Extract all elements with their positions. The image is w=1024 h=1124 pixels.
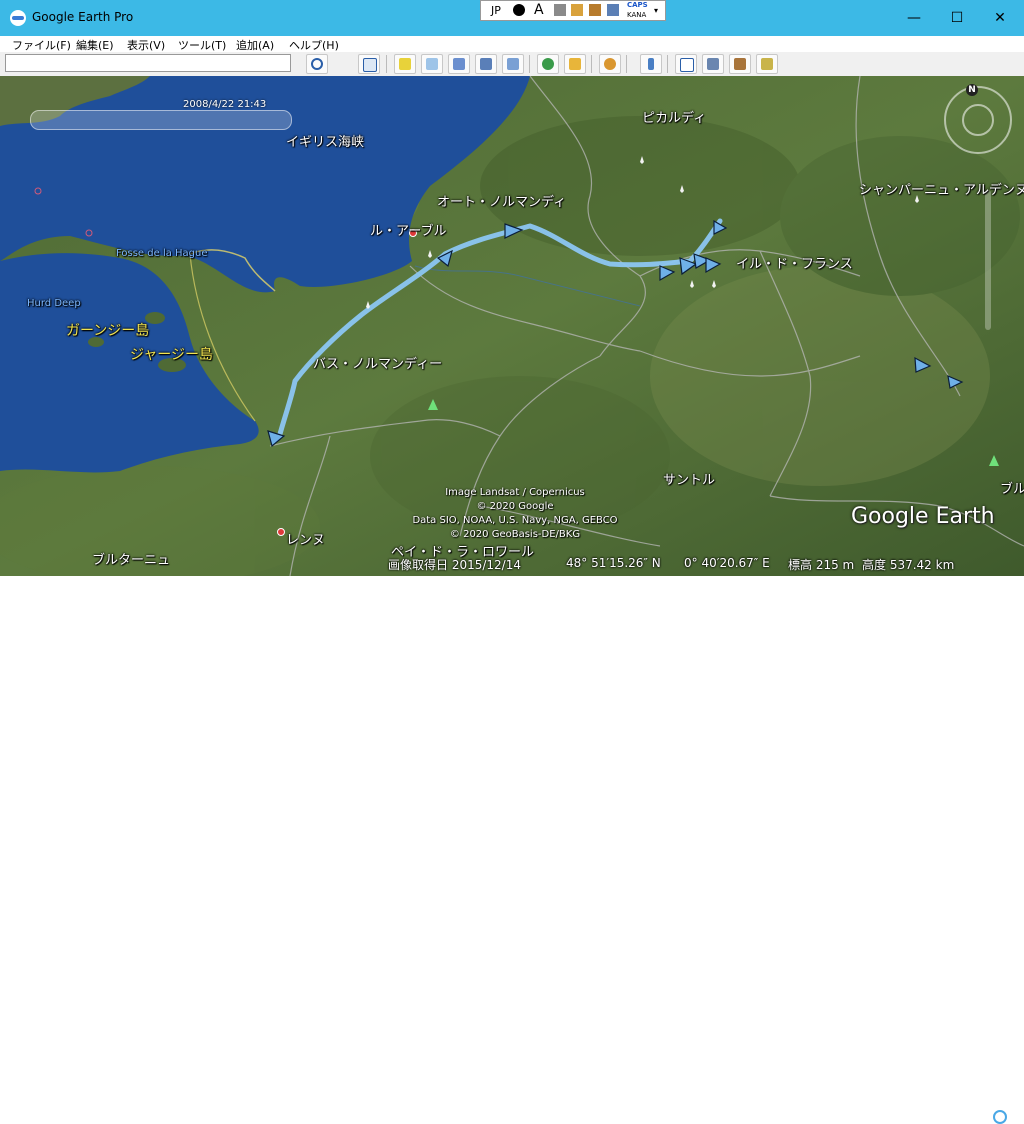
attribution-landsat: Image Landsat / Copernicus: [445, 487, 585, 498]
google-earth-logo: Google Earth: [851, 504, 995, 529]
time-slider-label: 2008/4/22 21:43: [183, 99, 267, 110]
label-guernsey: ガーンジー島: [66, 323, 150, 339]
label-jersey: ジャージー島: [130, 347, 214, 363]
city-le-havre: ル・アーブル: [370, 224, 447, 239]
latitude-readout: 48° 51′15.26″ N: [566, 556, 661, 570]
record-tour-button[interactable]: [502, 54, 524, 74]
email-icon: [680, 58, 694, 72]
close-button[interactable]: ✕: [990, 8, 1010, 28]
region-champagne: シャンパーニュ・アルデンヌ: [859, 183, 1024, 198]
add-image-overlay-button[interactable]: [475, 54, 497, 74]
attribution-geobasis: © 2020 GeoBasis-DE/BKG: [449, 529, 581, 540]
navigation-compass[interactable]: [944, 86, 1012, 154]
ime-mode-icon[interactable]: [513, 4, 525, 16]
toolbar: [0, 52, 1024, 77]
attribution-google: © 2020 Google: [476, 501, 554, 512]
image-overlay-icon: [480, 58, 492, 70]
view-in-maps-icon: [761, 58, 773, 70]
status-bar: 画像取得日 2015/12/14 48° 51′15.26″ N 0° 40′2…: [0, 554, 1024, 1124]
menu-tools[interactable]: ツール(T): [178, 37, 226, 53]
ime-font-label[interactable]: A: [534, 2, 544, 18]
historical-imagery-button[interactable]: [537, 54, 559, 74]
label-fosse-de-la-hague: Fosse de la Hague: [116, 248, 208, 259]
planets-icon: [604, 58, 616, 70]
menu-view[interactable]: 表示(V): [127, 37, 165, 53]
placemark-icon: [399, 58, 411, 70]
streaming-status-icon: [993, 1110, 1007, 1124]
region-picardie: ピカルディ: [642, 111, 707, 126]
region-haute-normandie: オート・ノルマンディ: [437, 195, 567, 210]
ime-tools-icon[interactable]: [589, 4, 601, 16]
ime-toolbar: JP A CAPS KANA ▾: [480, 0, 666, 21]
label-english-channel: イギリス海峡: [286, 135, 365, 150]
ime-settings-icon[interactable]: [607, 4, 619, 16]
label-hurd-deep: Hurd Deep: [27, 298, 81, 309]
city-rennes: レンヌ: [286, 533, 326, 548]
region-basse-normandie: バス・ノルマンディー: [313, 357, 443, 372]
window-title: Google Earth Pro: [32, 10, 134, 24]
menu-add[interactable]: 追加(A): [236, 37, 274, 53]
attribution-data: Data SIO, NOAA, U.S. Navy, NGA, GEBCO: [412, 515, 618, 526]
elevation-readout: 標高 215 m: [788, 558, 855, 572]
menu-file[interactable]: ファイル(F): [12, 37, 71, 53]
ime-menu-chevron-icon[interactable]: ▾: [654, 6, 658, 15]
print-icon: [707, 58, 719, 70]
add-polygon-button[interactable]: [421, 54, 443, 74]
ruler-icon: [648, 58, 654, 70]
path-icon: [453, 58, 465, 70]
ime-language[interactable]: JP: [491, 4, 501, 17]
region-centre: サントル: [663, 473, 716, 488]
ime-pad-icon[interactable]: [554, 4, 566, 16]
save-image-icon: [734, 58, 746, 70]
add-placemark-button[interactable]: [394, 54, 416, 74]
view-in-maps-button[interactable]: [756, 54, 778, 74]
print-button[interactable]: [702, 54, 724, 74]
region-ile-de-france: イル・ド・フランス: [736, 257, 853, 272]
polygon-icon: [426, 58, 438, 70]
menu-bar: ファイル(F) 編集(E) 表示(V) ツール(T) 追加(A) ヘルプ(H): [0, 36, 1024, 52]
compass-north-label[interactable]: N: [966, 84, 978, 96]
ime-dictionary-icon[interactable]: [571, 4, 583, 16]
save-image-button[interactable]: [729, 54, 751, 74]
maximize-button[interactable]: ☐: [947, 8, 967, 28]
time-slider[interactable]: [30, 110, 292, 130]
sidebar-icon: [363, 58, 377, 72]
search-button[interactable]: [306, 54, 328, 74]
sunlight-button[interactable]: [564, 54, 586, 74]
add-path-button[interactable]: [448, 54, 470, 74]
search-icon: [311, 58, 323, 70]
ruler-button[interactable]: [640, 54, 662, 74]
kana-indicator: KANA: [627, 11, 647, 19]
caps-indicator: CAPS: [627, 1, 648, 9]
altitude-readout: 高度 537.42 km: [862, 558, 955, 572]
google-earth-icon: [10, 10, 26, 26]
region-bourgogne: ブル: [1000, 482, 1024, 497]
sidebar-toggle-button[interactable]: [358, 54, 380, 74]
imagery-date: 画像取得日 2015/12/14: [388, 558, 521, 572]
longitude-readout: 0° 40′20.67″ E: [684, 556, 770, 570]
historical-imagery-icon: [542, 58, 554, 70]
menu-help[interactable]: ヘルプ(H): [289, 37, 339, 53]
email-button[interactable]: [675, 54, 697, 74]
minimize-button[interactable]: —: [904, 8, 924, 28]
rennes-marker: [277, 528, 285, 536]
search-input[interactable]: [5, 54, 291, 72]
menu-edit[interactable]: 編集(E): [76, 37, 114, 53]
map-view[interactable]: 2008/4/22 21:43 N ピカルディ イギリス海峡 オート・ノルマンデ…: [0, 76, 1024, 576]
planets-button[interactable]: [599, 54, 621, 74]
sunlight-icon: [569, 58, 581, 70]
zoom-slider[interactable]: [985, 190, 991, 330]
record-tour-icon: [507, 58, 519, 70]
